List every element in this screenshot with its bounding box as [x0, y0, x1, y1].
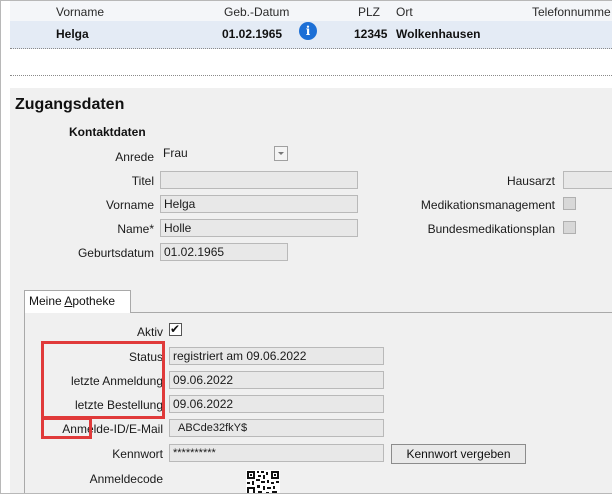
titel-field[interactable] — [160, 171, 358, 189]
anmelde-id-field[interactable]: ABCde32fkY$ — [169, 419, 384, 437]
anrede-value: Frau — [163, 146, 188, 160]
checkmark-icon: ✔ — [170, 322, 181, 336]
geburtsdatum-field[interactable]: 01.02.1965 — [160, 243, 288, 261]
kennwort-vergeben-button[interactable]: Kennwort vergeben — [391, 444, 526, 464]
column-header-vorname[interactable]: Vorname — [56, 5, 104, 19]
anrede-label: Anrede — [115, 150, 154, 164]
info-icon[interactable]: i — [299, 22, 317, 40]
subsection-title: Kontaktdaten — [69, 125, 146, 139]
chevron-down-icon[interactable] — [274, 146, 288, 161]
column-header-geb-datum[interactable]: Geb.-Datum — [224, 5, 289, 19]
anmeldecode-label: Anmeldecode — [89, 472, 163, 486]
name-field[interactable]: Holle — [160, 219, 358, 237]
tab-meine-apotheke[interactable]: Meine Apotheke — [24, 290, 131, 313]
header-value-ort: Wolkenhausen — [396, 27, 481, 41]
vorname-label: Vorname — [105, 198, 154, 212]
bundesmedikationsplan-checkbox[interactable] — [563, 221, 576, 234]
name-label: Name* — [117, 222, 154, 236]
header-value-vorname: Helga — [56, 27, 89, 41]
aktiv-label: Aktiv — [136, 325, 163, 339]
status-field: registriert am 09.06.2022 — [169, 347, 384, 365]
kennwort-field[interactable]: ********** — [169, 444, 384, 462]
column-header-telefonnummer[interactable]: Telefonnumme — [532, 5, 611, 19]
highlight-box-anmelde-id — [41, 417, 92, 439]
kennwort-label: Kennwort — [112, 447, 163, 461]
header-value-geburtsdatum: 01.02.1965 — [222, 27, 283, 41]
geburtsdatum-label: Geburtsdatum — [77, 246, 154, 260]
bundesmedikationsplan-label: Bundesmedikationsplan — [427, 222, 555, 236]
header-divider — [10, 75, 612, 76]
highlight-box-status — [41, 341, 165, 419]
patient-header: Vorname Geb.-Datum PLZ Ort Telefonnumme … — [10, 1, 612, 76]
qr-code-icon — [246, 470, 280, 493]
hausarzt-label: Hausarzt — [506, 174, 555, 188]
anrede-select[interactable]: Frau — [160, 145, 290, 163]
tab-label: Meine Apotheke — [29, 294, 116, 308]
vorname-field[interactable]: Helga — [160, 195, 358, 213]
medikationsmanagement-checkbox[interactable] — [563, 197, 576, 210]
column-header-plz[interactable]: PLZ — [358, 5, 380, 19]
medikationsmanagement-label: Medikationsmanagement — [420, 198, 555, 212]
column-header-ort[interactable]: Ort — [396, 5, 413, 19]
letzte-bestellung-field: 09.06.2022 — [169, 395, 384, 413]
section-title: Zugangsdaten — [15, 96, 125, 113]
letzte-anmeldung-field: 09.06.2022 — [169, 371, 384, 389]
header-divider — [10, 48, 612, 49]
header-value-plz: 12345 — [354, 27, 388, 41]
aktiv-checkbox[interactable]: ✔ — [169, 322, 182, 336]
app-window: Vorname Geb.-Datum PLZ Ort Telefonnumme … — [0, 0, 612, 494]
hausarzt-field[interactable] — [563, 171, 612, 189]
titel-label: Titel — [131, 174, 154, 188]
